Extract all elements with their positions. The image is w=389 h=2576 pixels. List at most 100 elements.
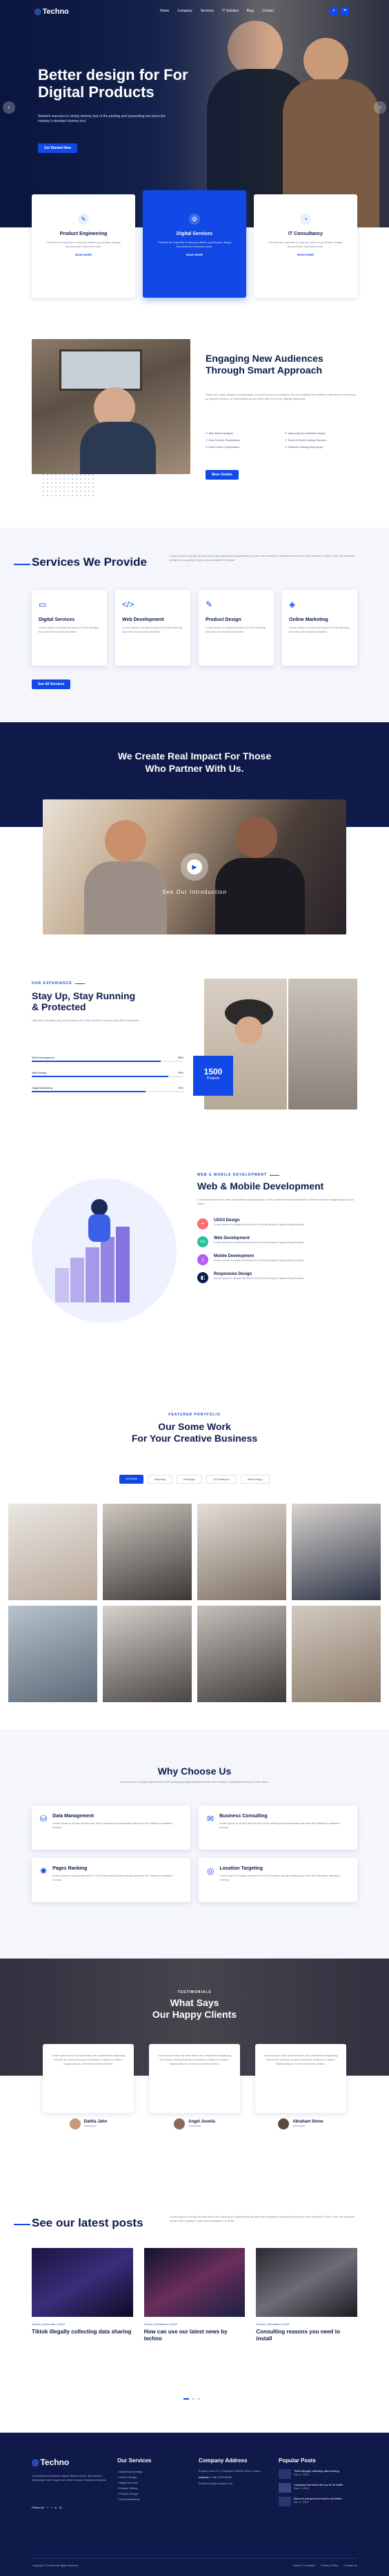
experience-text: High tech industries play an important r… xyxy=(32,1019,140,1022)
slider-next-button[interactable]: › xyxy=(374,101,386,114)
privacy-link[interactable]: Privacy Policy xyxy=(321,2564,338,2567)
nav-it-solution[interactable]: IT Solution xyxy=(222,9,239,13)
footer-post[interactable]: Tiktok illegally collecting data sharing… xyxy=(279,2469,361,2479)
filter-branding[interactable]: Branding xyxy=(148,1475,173,1484)
nav-contact[interactable]: Contact xyxy=(262,9,274,13)
twitter-icon[interactable]: t xyxy=(51,2506,52,2509)
pagination-dot[interactable] xyxy=(183,2398,189,2400)
testimonial-card: Lorem ipsum dolor sit amet there are con… xyxy=(149,2044,240,2113)
nav-home[interactable]: Home xyxy=(160,9,169,13)
testimonials-tag: TESTIMONIALS xyxy=(177,1990,212,1994)
read-more-link[interactable]: READ MORE xyxy=(32,253,135,256)
filter-all-works[interactable]: All Works xyxy=(119,1475,144,1484)
footer-link[interactable]: › Social Marketing xyxy=(117,2497,151,2502)
portfolio-item[interactable] xyxy=(292,1504,381,1600)
video-label: See Our Introduction xyxy=(162,889,227,895)
filter-ux-research[interactable]: UX Research xyxy=(206,1475,237,1484)
code-icon: <> xyxy=(197,1236,208,1247)
footer-social: Follow Us: f t in ◎ xyxy=(32,2506,62,2509)
filter-web-design[interactable]: Web Design xyxy=(241,1475,270,1484)
nav-company[interactable]: Company xyxy=(177,9,192,13)
footer-logo[interactable]: ◎ Techno xyxy=(32,2457,69,2467)
blog-post-image xyxy=(32,2248,133,2317)
why-grid: ⛁ Data Management Lorem Ipsum is simply d… xyxy=(32,1806,357,1902)
feature-card-digital-services[interactable]: ⚙ Digital Services The time for expertis… xyxy=(143,190,246,298)
design-icon: ✦ xyxy=(197,1218,208,1229)
person-figure xyxy=(91,1199,108,1216)
filter-prototype[interactable]: Prototype xyxy=(177,1475,203,1484)
nav-blog[interactable]: Blog xyxy=(247,9,254,13)
webdev-tag: WEB & MOBILE DEVELOPMENT xyxy=(197,1173,279,1177)
service-card-digital[interactable]: ▭ Digital Services Lorem Ipsum is simply… xyxy=(32,590,107,666)
footer-link[interactable]: › Product Selling xyxy=(117,2486,151,2491)
hero-title: Better design for For Digital Products xyxy=(38,66,188,101)
blog-post-image xyxy=(256,2248,358,2317)
footer-link[interactable]: › Digital Services xyxy=(117,2480,151,2486)
why-card-consulting[interactable]: ✉ Business Consulting Lorem Ipsum is simp… xyxy=(199,1806,357,1850)
skill-progress-fill xyxy=(32,1061,161,1062)
portfolio-item[interactable] xyxy=(8,1606,97,1702)
contact-link[interactable]: Contact Us xyxy=(343,2564,357,2567)
more-details-button[interactable]: More Details xyxy=(206,470,239,480)
services-title-accent xyxy=(14,564,30,565)
site-logo[interactable]: ◎ Techno xyxy=(34,7,69,17)
gear-icon: ⚙ xyxy=(189,214,200,225)
footer-link[interactable]: › Product Design xyxy=(117,2491,151,2497)
webdev-stairs xyxy=(55,1199,152,1302)
linkedin-icon[interactable]: in xyxy=(54,2506,57,2509)
pagination-dot[interactable] xyxy=(197,2398,200,2400)
portfolio-item[interactable] xyxy=(292,1606,381,1702)
service-card-web[interactable]: </> Web Development Lorem Ipsum is simpl… xyxy=(115,590,190,666)
footer-link[interactable]: › Interior Design xyxy=(117,2475,151,2480)
play-icon: ▶ xyxy=(187,859,202,875)
engage-text: There are many variations of passages of… xyxy=(206,393,357,400)
engage-window xyxy=(59,349,142,391)
why-card-ranking[interactable]: ✺ Pages Ranking Lorem Ipsum is simply dum… xyxy=(32,1858,190,1902)
experience-title: Stay Up, Stay Running & Protected xyxy=(32,990,136,1012)
portfolio-item[interactable] xyxy=(8,1504,97,1600)
slider-prev-button[interactable]: ‹ xyxy=(3,101,15,114)
why-text: Lorem Ipsum is simply dummy text of the … xyxy=(119,1780,270,1783)
megaphone-icon: ◈ xyxy=(289,600,296,609)
blog-post[interactable]: Techno | December 4 2019 Consulting reas… xyxy=(256,2248,358,2342)
why-card-location[interactable]: ◎ Location Targeting Lorem Ipsum is simpl… xyxy=(199,1858,357,1902)
portfolio-item[interactable] xyxy=(103,1504,192,1600)
blog-post[interactable]: Techno | December 4 2019 How can use our… xyxy=(143,2248,246,2342)
video-person-2 xyxy=(236,817,277,858)
webdev-item-ux: ✦ UX/UI Design Lorem Ipsum is simply dumm… xyxy=(197,1218,356,1229)
portfolio-item[interactable] xyxy=(103,1606,192,1702)
services-grid: ▭ Digital Services Lorem Ipsum is simply… xyxy=(32,590,357,666)
avatar xyxy=(174,2118,186,2129)
database-icon: ⛁ xyxy=(40,1814,48,1823)
feature-card-it-consultancy[interactable]: ◔ IT Consultancy The time for expertise … xyxy=(254,194,357,298)
intro-video[interactable]: ▶ See Our Introduction xyxy=(43,799,346,934)
menu-button[interactable]: ≡ xyxy=(341,7,349,15)
pagination-dot[interactable] xyxy=(192,2398,194,2400)
get-started-button[interactable]: Get Started Now xyxy=(38,143,77,153)
nav-services[interactable]: Services xyxy=(201,9,214,13)
footer-post[interactable]: Company that holds the top 10 for better… xyxy=(279,2483,361,2493)
skill-progress-fill xyxy=(32,1076,168,1077)
search-icon: ⌕ xyxy=(332,8,335,13)
play-button[interactable]: ▶ xyxy=(181,853,208,881)
search-button[interactable]: ⌕ xyxy=(330,7,338,15)
chat-icon: ✉ xyxy=(207,1814,215,1823)
see-all-services-button[interactable]: See All Services xyxy=(32,679,71,689)
footer-about: Condimentum pharetra, sapien dictum turp… xyxy=(32,2474,107,2482)
testimonial-card: Lorem ipsum dolor sit amet there are con… xyxy=(255,2044,346,2113)
why-card-data[interactable]: ⛁ Data Management Lorem Ipsum is simply d… xyxy=(32,1806,190,1850)
portfolio-item[interactable] xyxy=(197,1504,286,1600)
read-more-link[interactable]: READ MORE xyxy=(143,253,246,256)
instagram-icon[interactable]: ◎ xyxy=(59,2506,62,2509)
service-card-product[interactable]: ✎ Product Design Lorem Ipsum is simply d… xyxy=(199,590,274,666)
footer-link[interactable]: › Marketing Strategy xyxy=(117,2469,151,2475)
copyright: Copyright © techno all rights reserved. xyxy=(32,2564,79,2567)
footer-post[interactable]: Brand is just good but stories sell bett… xyxy=(279,2497,361,2506)
read-more-link[interactable]: READ MORE xyxy=(254,253,357,256)
terms-link[interactable]: Terms & Condition xyxy=(293,2564,316,2567)
service-card-marketing[interactable]: ◈ Online Marketing Lorem Ipsum is simply… xyxy=(282,590,357,666)
blog-post[interactable]: Techno | December 4 2019 Tiktok illegall… xyxy=(32,2248,133,2342)
experience-image-2 xyxy=(288,979,357,1110)
portfolio-item[interactable] xyxy=(197,1606,286,1702)
feature-card-product-engineering[interactable]: ✎ Product Engineering The time for exper… xyxy=(32,194,135,298)
